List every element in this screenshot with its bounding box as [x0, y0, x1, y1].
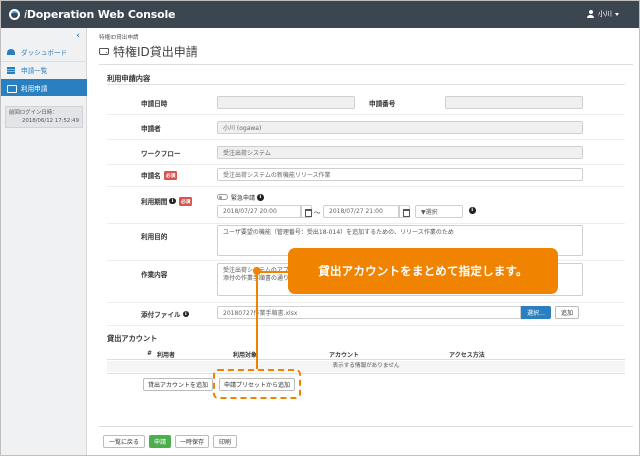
empty-table-message: 表示する情報がありません	[107, 361, 625, 372]
title-divider	[99, 64, 633, 65]
info-icon[interactable]: i	[169, 197, 176, 205]
sidebar-item-request-list[interactable]: 申請一覧	[1, 61, 87, 78]
row-divider	[107, 186, 625, 187]
period-info: i	[467, 207, 476, 214]
row-divider	[107, 139, 625, 140]
user-icon	[587, 10, 594, 18]
row-divider	[107, 302, 625, 303]
list-icon	[7, 66, 15, 74]
urgent-label: 緊急申請 i	[231, 193, 264, 202]
main-content: 特権ID貸出申請 特権ID貸出申請 利用申請内容 申請日時 申請番号 申請者 小…	[87, 28, 639, 455]
attachment-file-field[interactable]: 20180727作業手順書.xlsx	[217, 306, 521, 319]
application-no-label: 申請番号	[369, 100, 396, 108]
callout-annotation: 貸出アカウントをまとめて指定します。	[288, 248, 558, 294]
back-to-list-button[interactable]: 一覧に戻る	[103, 435, 145, 448]
info-icon[interactable]: i	[469, 207, 476, 214]
sidebar: ‹ ダッシュボード 申請一覧 利用申請 前回ログイン日時： 2018/06/12…	[1, 28, 87, 455]
info-icon[interactable]: i	[257, 194, 264, 201]
attachment-label: 添付ファイル i	[141, 309, 190, 319]
table-bottom-divider	[107, 373, 625, 374]
application-no-field	[445, 96, 583, 109]
brand-logo[interactable]: i Doperation Web Console	[9, 8, 175, 21]
workflow-field: 受注出荷システム	[217, 146, 583, 159]
time-select[interactable]: ▼選択	[415, 205, 463, 218]
caret-down-icon	[615, 12, 619, 16]
purpose-label: 利用目的	[141, 233, 168, 241]
calendar-icon[interactable]	[399, 205, 410, 218]
callout-connector	[257, 271, 288, 273]
user-menu[interactable]: 小川	[587, 9, 619, 19]
sidebar-item-dashboard[interactable]: ダッシュボード	[1, 43, 87, 60]
calendar-icon[interactable]	[301, 205, 312, 218]
attachment-add-button[interactable]: 追加	[555, 306, 579, 319]
applicant-field: 小川 (ogawa)	[217, 121, 583, 134]
row-divider	[107, 114, 625, 115]
info-icon[interactable]: i	[182, 310, 190, 318]
column-header-target: 利用対象	[233, 352, 258, 359]
request-name-label-text: 申請名	[141, 172, 161, 180]
submit-button[interactable]: 申請	[149, 435, 171, 448]
column-header-access-method: アクセス方法	[449, 352, 485, 359]
request-name-label: 申請名 必須	[141, 170, 178, 180]
save-draft-button[interactable]: 一時保存	[175, 435, 209, 448]
breadcrumb[interactable]: 特権ID貸出申請	[99, 33, 139, 41]
last-login-box: 前回ログイン日時： 2018/06/12 17:52:49	[5, 106, 83, 128]
drive-icon	[99, 48, 109, 55]
range-tilde: 〜	[314, 209, 321, 217]
start-datetime-input[interactable]: 2018/07/27 20:00	[217, 205, 301, 218]
file-select-button[interactable]: 選択...	[521, 306, 551, 319]
section-title-accounts: 貸出アカウント	[107, 334, 158, 343]
brand-name: Doperation Web Console	[26, 8, 176, 21]
required-badge: 必須	[163, 170, 178, 180]
column-header-user: 利用者	[157, 352, 176, 359]
page-title-text: 特権ID貸出申請	[113, 45, 198, 59]
end-datetime-input[interactable]: 2018/07/27 21:00	[323, 205, 399, 218]
workflow-label: ワークフロー	[141, 150, 181, 158]
last-login-value: 2018/06/12 17:52:49	[22, 118, 79, 124]
dashboard-icon	[7, 48, 15, 56]
row-divider	[107, 164, 625, 165]
application-date-field	[217, 96, 355, 109]
add-account-button[interactable]: 貸出アカウントを追加	[143, 378, 213, 391]
period-label: 利用期間 i 必須	[141, 196, 193, 206]
table-header-divider	[107, 359, 625, 360]
last-login-label: 前回ログイン日時：	[9, 110, 58, 116]
drive-icon	[7, 84, 17, 93]
footer-divider	[99, 426, 633, 427]
callout-connector	[256, 271, 258, 369]
column-header-account: アカウント	[329, 352, 360, 359]
urgent-label-text: 緊急申請	[231, 195, 256, 202]
row-divider	[107, 223, 625, 224]
page-title: 特権ID貸出申請	[99, 43, 198, 60]
sidebar-item-label: 利用申請	[21, 84, 48, 93]
top-bar: i Doperation Web Console 小川	[1, 1, 639, 28]
row-divider	[107, 325, 625, 326]
sidebar-item-label: ダッシュボード	[21, 48, 68, 57]
sidebar-collapse-icon[interactable]: ‹	[76, 31, 80, 41]
period-label-text: 利用期間	[141, 198, 168, 206]
application-date-label: 申請日時	[141, 100, 168, 108]
section-divider	[107, 84, 625, 85]
attachment-label-text: 添付ファイル	[141, 311, 181, 319]
section-title-request: 利用申請内容	[107, 74, 151, 83]
sidebar-item-label: 申請一覧	[21, 67, 48, 75]
brand-mark-icon	[9, 9, 20, 20]
work-content-label: 作業内容	[141, 271, 168, 279]
urgent-toggle[interactable]	[217, 194, 228, 200]
required-badge: 必須	[178, 196, 193, 206]
applicant-label: 申請者	[141, 125, 161, 133]
callout-dot	[253, 267, 261, 275]
highlight-box	[213, 369, 301, 399]
print-button[interactable]: 印刷	[213, 435, 237, 448]
request-name-input[interactable]: 受注出荷システムの新機能リリース作業	[217, 168, 583, 181]
column-header-number: #	[147, 350, 153, 357]
sidebar-item-usage-request[interactable]: 利用申請	[1, 79, 87, 96]
user-name: 小川	[598, 10, 612, 18]
app-window: i Doperation Web Console 小川 ‹ ダッシュボード 申請…	[0, 0, 640, 456]
